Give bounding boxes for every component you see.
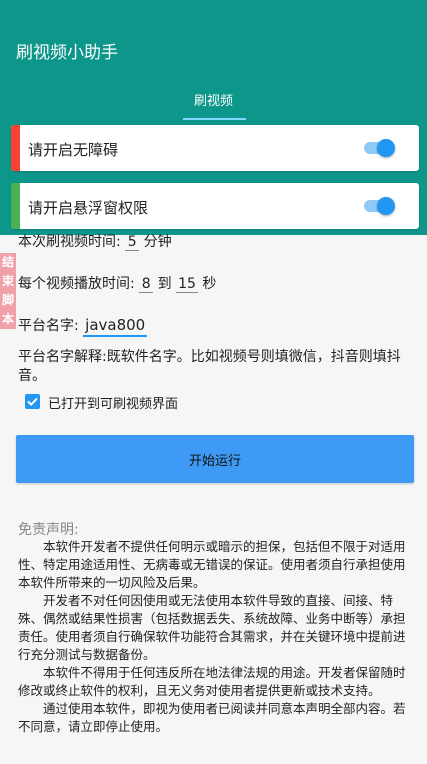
play-time-row: 每个视频播放时间: 8 到 15 秒 [18,273,216,293]
platform-description: 平台名字解释:既软件名字。比如视频号则填微信，抖音则填抖音。 [18,349,401,384]
disclaimer-title: 免责声明: [18,522,79,538]
disclaimer-body: 本软件开发者不提供任何明示或暗示的担保，包括但不限于对适用性、特定用途适用性、无… [18,538,412,736]
tab-indicator [183,118,246,120]
toggle-thumb [377,197,395,215]
permission-label: 请开启无障碍 [28,141,119,159]
permission-status-bar [11,125,20,171]
duration-row: 本次刷视频时间: 5 分钟 [18,231,172,251]
duration-label: 本次刷视频时间: [18,234,121,250]
start-button[interactable]: 开始运行 [16,435,414,483]
tab-shua-shipin[interactable]: 刷视频 [0,90,427,109]
disclaimer-paragraph: 本软件不得用于任何违反所在地法律法规的用途。开发者保留随时修改或终止软件的权利，… [18,665,406,698]
disclaimer-paragraph: 通过使用本软件，即视为使用者已阅读并同意本声明全部内容。若不同意，请立即停止使用… [18,701,406,734]
duration-unit: 分钟 [143,234,172,250]
accessibility-toggle[interactable] [364,139,395,157]
overlay-toggle[interactable] [364,197,395,215]
disclaimer-paragraph: 开发者不对任何因使用或无法使用本软件导致的直接、间接、特殊、偶然或结果性损害（包… [18,593,406,662]
permission-status-bar [11,183,20,229]
permission-label: 请开启悬浮窗权限 [28,199,149,217]
ready-checkbox-label[interactable]: 已打开到可刷视频界面 [48,393,178,412]
main-content: 本次刷视频时间: 5 分钟 每个视频播放时间: 8 到 15 秒 平台名字: j… [0,234,427,764]
toggle-thumb [377,139,395,157]
app-title: 刷视频小助手 [16,43,118,63]
end-script-float-button[interactable]: 结束脚本 [0,253,16,329]
permission-card-accessibility[interactable]: 请开启无障碍 [11,125,419,171]
play-to-label: 到 [157,276,172,292]
platform-label: 平台名字: [18,318,79,334]
play-unit: 秒 [202,276,217,292]
checkmark-icon [27,397,38,407]
disclaimer-paragraph: 本软件开发者不提供任何明示或暗示的担保，包括但不限于对适用性、特定用途适用性、无… [18,539,406,590]
play-time-label: 每个视频播放时间: [18,276,135,292]
duration-input[interactable]: 5 [125,234,140,251]
play-min-input[interactable]: 8 [139,276,154,293]
platform-input[interactable]: java800 [83,316,148,337]
platform-row: 平台名字: java800 [18,315,148,337]
ready-checkbox[interactable] [25,394,40,409]
play-max-input[interactable]: 15 [176,276,198,293]
permission-card-overlay[interactable]: 请开启悬浮窗权限 [11,183,419,229]
